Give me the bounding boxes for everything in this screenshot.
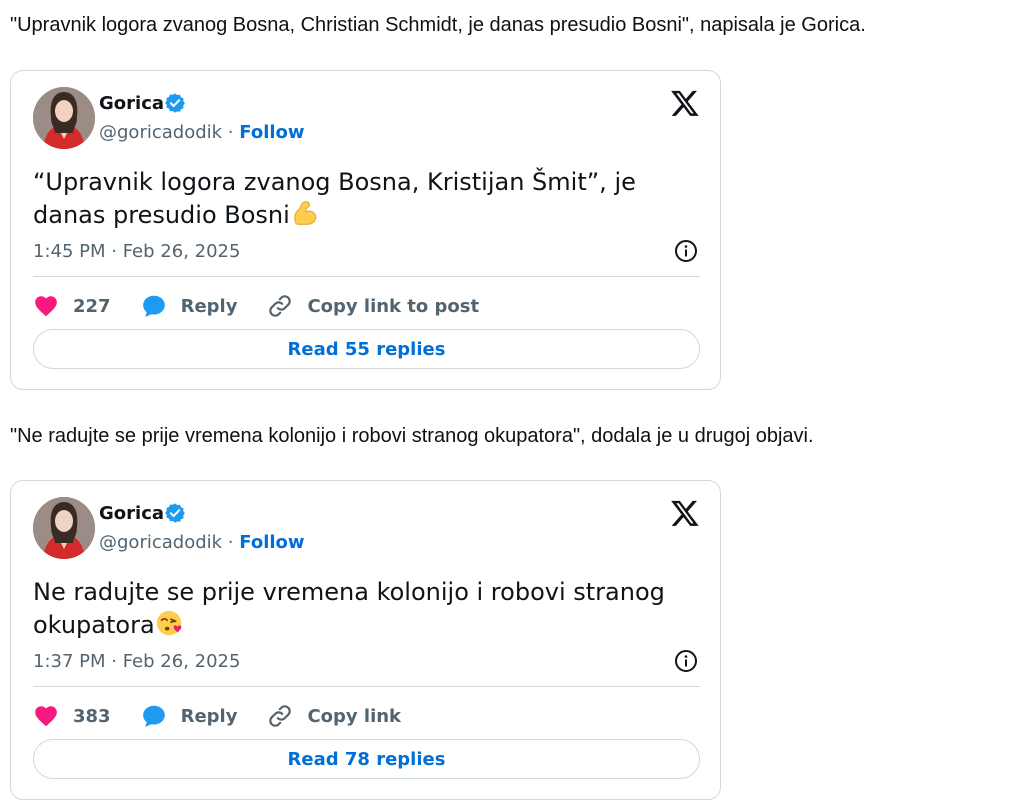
link-icon <box>269 705 292 727</box>
action-bar: 383 Reply Copy link <box>33 701 431 731</box>
like-count: 227 <box>73 295 111 317</box>
handle-line: @goricadodik · Follow <box>99 122 305 143</box>
verified-badge-icon <box>165 93 185 113</box>
follow-button[interactable]: Follow <box>239 122 304 143</box>
copy-link-label: Copy link to post <box>307 295 480 317</box>
heart-icon <box>35 706 57 727</box>
author-name[interactable]: Gorica <box>99 503 164 524</box>
copy-link-label: Copy link <box>307 705 402 727</box>
author-name[interactable]: Gorica <box>99 93 164 114</box>
reply-button[interactable]: Reply <box>141 293 238 319</box>
author-handle[interactable]: @goricadodik <box>99 532 222 553</box>
tweet-embed[interactable]: Gorica @goricadodik · Follow “Upravnik l… <box>10 70 721 390</box>
article-paragraph-2: "Ne radujte se prije vremena kolonijo i … <box>10 425 814 447</box>
copy-link-button[interactable]: Copy link <box>267 703 401 729</box>
tweet-embed[interactable]: Gorica @goricadodik · Follow Ne radujte … <box>10 480 721 800</box>
avatar[interactable] <box>33 87 95 149</box>
reply-button[interactable]: Reply <box>141 703 238 729</box>
tweet-body: Ne radujte se prije vremena kolonijo i r… <box>33 578 665 639</box>
separator: · <box>227 532 234 553</box>
verified-badge-icon <box>165 503 185 523</box>
flexed-biceps-emoji-icon <box>294 201 317 225</box>
handle-line: @goricadodik · Follow <box>99 532 305 553</box>
reply-label: Reply <box>180 295 238 317</box>
copy-link-button[interactable]: Copy link to post <box>267 293 479 319</box>
action-bar: 227 Reply Copy link to post <box>33 291 509 321</box>
read-replies-button[interactable]: Read 55 replies <box>33 329 700 369</box>
tweet-timestamp[interactable]: 1:37 PM · Feb 26, 2025 <box>33 651 240 672</box>
author-handle[interactable]: @goricadodik <box>99 122 222 143</box>
divider <box>33 686 700 687</box>
like-count: 383 <box>73 705 111 727</box>
x-logo-icon[interactable] <box>670 498 700 528</box>
avatar[interactable] <box>33 497 95 559</box>
x-logo-icon[interactable] <box>670 88 700 118</box>
like-button[interactable]: 227 <box>33 293 111 319</box>
read-replies-button[interactable]: Read 78 replies <box>33 739 700 779</box>
info-icon[interactable] <box>674 239 698 263</box>
face-blowing-kiss-emoji-icon <box>156 610 181 636</box>
separator: · <box>227 122 234 143</box>
heart-icon <box>35 296 57 317</box>
follow-button[interactable]: Follow <box>239 532 304 553</box>
tweet-text: Ne radujte se prije vremena kolonijo i r… <box>33 576 693 641</box>
speech-bubble-icon <box>142 295 165 317</box>
tweet-body: “Upravnik logora zvanog Bosna, Kristijan… <box>33 168 636 229</box>
tweet-timestamp[interactable]: 1:45 PM · Feb 26, 2025 <box>33 241 240 262</box>
speech-bubble-icon <box>142 705 165 727</box>
link-icon <box>269 295 292 317</box>
like-button[interactable]: 383 <box>33 703 111 729</box>
info-icon[interactable] <box>674 649 698 673</box>
article-paragraph-1: "Upravnik logora zvanog Bosna, Christian… <box>10 14 866 36</box>
tweet-text: “Upravnik logora zvanog Bosna, Kristijan… <box>33 166 693 231</box>
divider <box>33 276 700 277</box>
reply-label: Reply <box>180 705 238 727</box>
